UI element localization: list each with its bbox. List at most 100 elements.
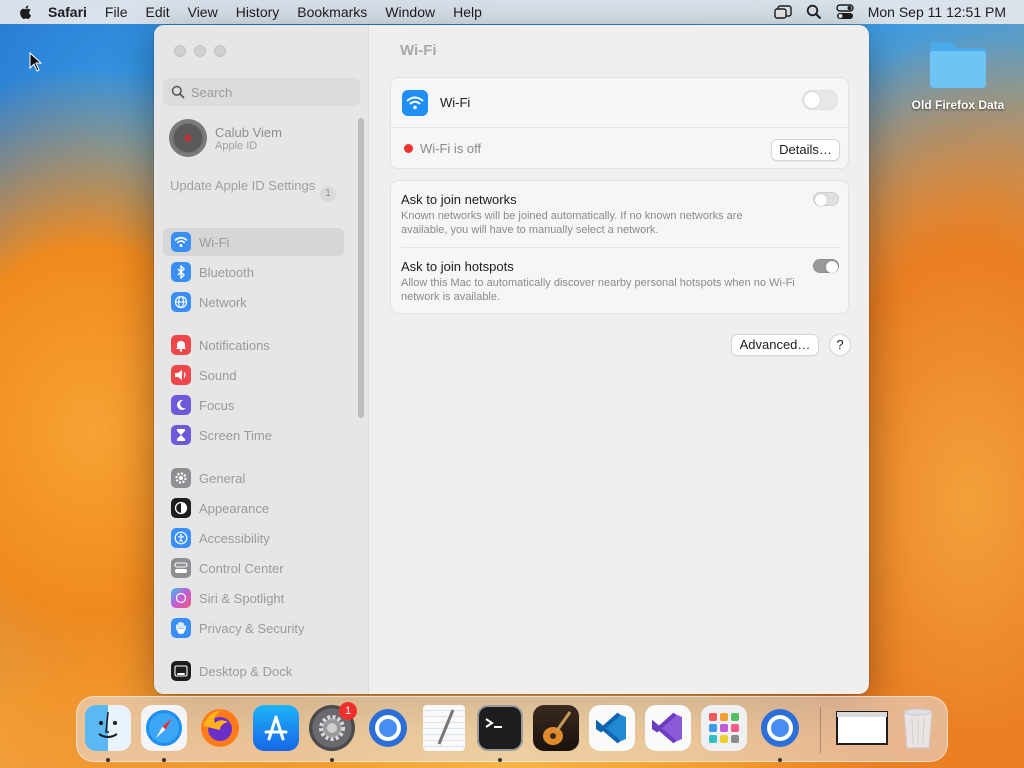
sidebar-item-general[interactable]: General: [163, 464, 344, 492]
close-button[interactable]: [174, 45, 186, 57]
menu-file[interactable]: File: [105, 4, 128, 20]
page-title: Wi-Fi: [400, 42, 437, 59]
wifi-icon: [171, 232, 191, 252]
ask-networks-toggle[interactable]: [813, 192, 839, 206]
dock-chromium[interactable]: [365, 705, 411, 751]
control-center-icon[interactable]: [836, 4, 854, 20]
sidebar-item-sound[interactable]: Sound: [163, 361, 344, 389]
moon-icon: [171, 395, 191, 415]
siri-icon: [171, 588, 191, 608]
launchpad-grid-icon: [709, 713, 739, 743]
window-thumbnail-icon: [836, 711, 888, 745]
dock-trash[interactable]: [895, 705, 941, 751]
spotlight-search-icon[interactable]: [806, 4, 822, 20]
update-apple-id-item[interactable]: Update Apple ID Settings: [170, 178, 330, 194]
sidebar-scrollbar[interactable]: [358, 118, 364, 418]
sidebar-item-network[interactable]: Network: [163, 288, 344, 316]
sidebar-item-label: Control Center: [199, 560, 284, 576]
minimize-button[interactable]: [194, 45, 206, 57]
zoom-button[interactable]: [214, 45, 226, 57]
wifi-icon: [402, 90, 428, 116]
ask-networks-title: Ask to join networks: [401, 192, 517, 207]
sidebar-item-bluetooth[interactable]: Bluetooth: [163, 258, 344, 286]
folder-icon: [927, 38, 989, 90]
sidebar-item-label: Privacy & Security: [199, 620, 305, 636]
running-indicator: [330, 758, 334, 762]
sidebar-item-wifi[interactable]: Wi-Fi: [163, 228, 344, 256]
dock-textedit[interactable]: [423, 705, 465, 751]
sidebar-item-label: Screen Time: [199, 427, 272, 443]
advanced-button[interactable]: Advanced…: [731, 334, 819, 356]
sidebar-item-accessibility[interactable]: Accessibility: [163, 524, 344, 552]
chromium-icon: [761, 709, 799, 747]
sidebar-item-label: Sound: [199, 367, 237, 383]
menu-edit[interactable]: Edit: [145, 4, 169, 20]
ask-hotspots-toggle[interactable]: [813, 259, 839, 273]
desktop-folder[interactable]: Old Firefox Data: [906, 38, 1010, 112]
running-indicator: [162, 758, 166, 762]
dock-icon: [171, 661, 191, 681]
terminal-icon: [485, 718, 502, 728]
dock-terminal[interactable]: [477, 705, 523, 751]
menu-bar: Safari File Edit View History Bookmarks …: [0, 0, 1024, 24]
search-field[interactable]: Search: [163, 78, 360, 106]
wifi-label: Wi-Fi: [440, 95, 471, 110]
sidebar-item-label: Siri & Spotlight: [199, 590, 285, 606]
details-button[interactable]: Details…: [771, 139, 840, 161]
update-badge: 1: [320, 186, 336, 202]
dock-firefox[interactable]: [197, 705, 243, 751]
menu-app-name[interactable]: Safari: [48, 4, 87, 20]
bell-icon: [171, 335, 191, 355]
appearance-icon: [171, 498, 191, 518]
wifi-card: Wi-Fi Wi-Fi is off Details…: [390, 77, 850, 169]
dock-app-store[interactable]: [253, 705, 299, 751]
account-name: Calub Viem: [215, 124, 282, 140]
dock-finder[interactable]: [85, 705, 131, 751]
wifi-toggle[interactable]: [802, 90, 838, 110]
dock-instruments[interactable]: [533, 705, 579, 751]
ask-networks-description: Known networks will be joined automatica…: [401, 210, 743, 236]
toggle-knob: [826, 261, 838, 273]
running-indicator: [498, 758, 502, 762]
menu-view[interactable]: View: [188, 4, 218, 20]
sidebar-item-label: Focus: [199, 397, 235, 413]
sidebar-item-appearance[interactable]: Appearance: [163, 494, 344, 522]
sidebar-item-control-center[interactable]: Control Center: [163, 554, 344, 582]
ask-hotspots-title: Ask to join hotspots: [401, 259, 514, 274]
apple-menu-icon[interactable]: [18, 4, 34, 20]
gear-icon: [171, 468, 191, 488]
sidebar-item-screen-time[interactable]: Screen Time: [163, 421, 344, 449]
sidebar-item-focus[interactable]: Focus: [163, 391, 344, 419]
divider: [401, 247, 840, 248]
sidebar-item-notifications[interactable]: Notifications: [163, 331, 344, 359]
system-settings-window: Search Calub Viem Apple ID Update Apple …: [154, 25, 869, 694]
sidebar-item-label: Desktop & Dock: [199, 663, 293, 679]
menu-help[interactable]: Help: [453, 4, 482, 20]
sidebar-item-label: Network: [199, 294, 247, 310]
dock-chromium-2[interactable]: [757, 705, 803, 751]
stage-manager-icon[interactable]: [774, 5, 792, 19]
dock-vscode[interactable]: [589, 705, 635, 751]
help-button[interactable]: ?: [829, 334, 851, 356]
sidebar-item-privacy-security[interactable]: Privacy & Security: [163, 614, 344, 642]
apple-id-account[interactable]: Calub Viem Apple ID: [169, 119, 282, 157]
hand-icon: [171, 618, 191, 638]
sidebar-item-siri-spotlight[interactable]: Siri & Spotlight: [163, 584, 344, 612]
toggle-knob: [815, 194, 827, 206]
dock-launchpad[interactable]: [701, 705, 747, 751]
desktop-folder-label: Old Firefox Data: [911, 98, 1005, 112]
wifi-status-text: Wi-Fi is off: [420, 141, 482, 156]
menu-bookmarks[interactable]: Bookmarks: [297, 4, 367, 20]
sidebar-item-desktop-dock[interactable]: Desktop & Dock: [163, 657, 344, 685]
toggle-knob: [804, 92, 820, 108]
network-globe-icon: [171, 292, 191, 312]
finder-icon: [98, 711, 118, 738]
menu-history[interactable]: History: [236, 4, 280, 20]
dock-minimized-window[interactable]: [835, 705, 889, 751]
app-store-icon: [264, 715, 288, 741]
dock-safari[interactable]: [141, 705, 187, 751]
menu-window[interactable]: Window: [385, 4, 435, 20]
dock-visual-studio[interactable]: [645, 705, 691, 751]
menu-clock[interactable]: Mon Sep 11 12:51 PM: [868, 4, 1006, 20]
chromium-icon: [369, 709, 407, 747]
